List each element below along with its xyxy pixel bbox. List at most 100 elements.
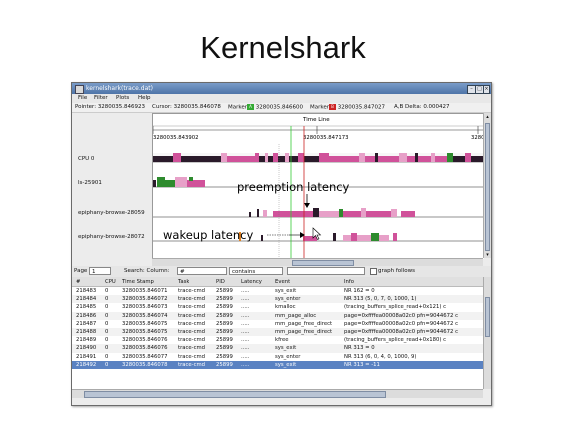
- scroll-down-icon[interactable]: ▾: [485, 252, 490, 258]
- marker-a-swatch[interactable]: A: [247, 104, 255, 110]
- cell-index: 218484: [76, 296, 97, 303]
- menu-help[interactable]: Help: [138, 95, 151, 101]
- table-row[interactable]: 218484 0 3280035.846072 trace-cmd 25899.....…: [72, 295, 483, 304]
- cell-event: kmalloc: [275, 304, 296, 311]
- graph-vertical-scrollbar[interactable]: ▴ ▾: [483, 113, 491, 258]
- cell-cpu: 0: [105, 345, 109, 352]
- wakeup-annotation: wakeup latency: [163, 228, 253, 242]
- cell-timestamp: 3280035.846074: [122, 312, 168, 319]
- cell-timestamp: 3280035.846075: [122, 320, 168, 327]
- table-scroll-thumb[interactable]: [485, 297, 490, 337]
- cell-index: 218486: [76, 312, 97, 319]
- cell-pid: 25899: [216, 312, 233, 319]
- cell-info: NR 313 = -11: [344, 361, 380, 368]
- marker-b-readout: Marker B 3280035.847027: [310, 104, 386, 111]
- cell-event: kfree: [275, 337, 289, 344]
- table-row[interactable]: 218487 0 3280035.846075 trace-cmd 25899.....…: [72, 320, 483, 328]
- cell-pid: 25899: [216, 320, 233, 327]
- cell-cpu: 0: [105, 337, 109, 344]
- cell-event: mm_page_free_direct: [275, 328, 333, 335]
- cell-task: trace-cmd: [178, 337, 206, 344]
- table-vertical-scrollbar[interactable]: [483, 277, 491, 389]
- cell-task: trace-cmd: [178, 288, 206, 294]
- table-row[interactable]: 218490 0 3280035.846076 trace-cmd 25899.....…: [72, 344, 483, 353]
- menu-plots[interactable]: Plots: [116, 95, 129, 101]
- col-header-info[interactable]: Info: [344, 279, 354, 285]
- cell-cpu: 0: [105, 353, 109, 360]
- menu-filter[interactable]: Filter: [94, 95, 108, 101]
- cell-index: 218485: [76, 304, 97, 311]
- tick-label-left: 3280035.843902: [153, 135, 199, 141]
- graph-horizontal-scrollbar[interactable]: [152, 258, 483, 266]
- col-header-task[interactable]: Task: [178, 279, 189, 285]
- table-row[interactable]: 218488 0 3280035.846075 trace-cmd 25899.....…: [72, 327, 483, 337]
- table-row[interactable]: 218485 0 3280035.846073 trace-cmd 25899.....…: [72, 303, 483, 311]
- col-header-event[interactable]: Event: [275, 279, 290, 285]
- col-header-latency[interactable]: Latency: [241, 279, 262, 285]
- graph-area[interactable]: Time Line 3280035.843902 3280035.847173 …: [152, 113, 488, 259]
- col-header-index[interactable]: #: [76, 279, 80, 285]
- cell-timestamp: 3280035.846076: [122, 337, 168, 344]
- cell-timestamp: 3280035.846072: [122, 296, 168, 303]
- table-row[interactable]: 218486 0 3280035.846074 trace-cmd 25899.....…: [72, 311, 483, 320]
- table-horizontal-scrollbar[interactable]: [72, 389, 483, 398]
- kernelshark-window: kernelshark(trace.dat) – □ × File Filter…: [71, 82, 492, 406]
- close-button[interactable]: ×: [483, 85, 490, 94]
- cell-latency: .....: [241, 312, 250, 319]
- plot-label-epiphany-28059[interactable]: epiphany-browse-28059: [78, 210, 145, 216]
- cell-info: page=0xffffea00008a02c0 pfn=9044672 c: [344, 320, 458, 327]
- page-spinner[interactable]: 1: [89, 267, 111, 275]
- cell-pid: 25899: [216, 337, 233, 344]
- col-header-pid[interactable]: PID: [216, 279, 225, 285]
- cell-latency: .....: [241, 337, 250, 344]
- cell-cpu: 0: [105, 312, 109, 319]
- cell-info: NR 313 (5, 0, 7, 0, 1000, 1): [344, 296, 417, 303]
- cell-pid: 25899: [216, 353, 233, 360]
- scroll-up-icon[interactable]: ▴: [485, 114, 490, 120]
- cell-info: NR 313 = 0: [344, 345, 375, 352]
- info-bar: Pointer: 3280035.846923 Cursor: 3280035.…: [72, 103, 491, 113]
- marker-a-readout: Marker A 3280035.846600: [228, 104, 304, 111]
- cell-pid: 25899: [216, 345, 233, 352]
- cell-pid: 25899: [216, 288, 233, 294]
- graph-canvas[interactable]: Time Line 3280035.843902 3280035.847173 …: [152, 114, 488, 259]
- window-title: kernelshark(trace.dat): [86, 85, 153, 92]
- plot-label-cpu0[interactable]: CPU 0: [78, 156, 94, 162]
- cell-index: 218492: [76, 361, 97, 368]
- plot-label-epiphany-28072[interactable]: epiphany-browse-28072: [78, 234, 145, 240]
- cell-latency: .....: [241, 304, 250, 311]
- cell-cpu: 0: [105, 320, 109, 327]
- cell-event: sys_exit: [275, 288, 297, 294]
- page-label: Page: [74, 268, 88, 274]
- tick-label-mid: 3280035.847173: [303, 135, 349, 141]
- operator-select[interactable]: contains: [229, 267, 283, 275]
- cell-cpu: 0: [105, 304, 109, 311]
- graph-scroll-thumb[interactable]: [485, 123, 490, 251]
- cell-index: 218489: [76, 337, 97, 344]
- graph-follows-checkbox[interactable]: [370, 268, 377, 275]
- search-bar: Page 1 Search: Column: # contains graph …: [72, 266, 491, 277]
- cell-cpu: 0: [105, 288, 109, 294]
- column-select[interactable]: #: [177, 267, 227, 275]
- table-row[interactable]: 218491 0 3280035.846077 trace-cmd 25899.....…: [72, 353, 483, 361]
- cell-event: sys_enter: [275, 296, 301, 303]
- cell-timestamp: 3280035.846077: [122, 353, 168, 360]
- menu-file[interactable]: File: [78, 95, 87, 101]
- cell-event: mm_page_alloc: [275, 312, 317, 319]
- table-row[interactable]: 218492 0 3280035.846078 trace-cmd 25899.....…: [72, 360, 483, 369]
- plot-label-ls[interactable]: ls-25901: [78, 180, 102, 186]
- table-row[interactable]: 218483 0 3280035.846071 trace-cmd 25899.....…: [72, 287, 483, 295]
- table-row[interactable]: 218489 0 3280035.846076 trace-cmd 25899.....…: [72, 336, 483, 344]
- cell-info: page=0xffffea00008a02c0 pfn=9044672 c: [344, 312, 458, 319]
- search-column-label: Search: Column:: [124, 268, 170, 274]
- col-header-timestamp[interactable]: Time Stamp: [122, 279, 154, 285]
- title-bar[interactable]: kernelshark(trace.dat) – □ ×: [72, 83, 491, 94]
- marker-b-swatch[interactable]: B: [329, 104, 337, 110]
- table-body: 218483 0 3280035.846071 trace-cmd 25899.....…: [72, 287, 483, 369]
- table-hscroll-thumb[interactable]: [84, 391, 386, 398]
- cell-latency: .....: [241, 345, 250, 352]
- cell-index: 218488: [76, 328, 97, 335]
- search-input[interactable]: [287, 267, 365, 275]
- col-header-cpu[interactable]: CPU: [105, 279, 116, 285]
- graph-follows-label: graph follows: [378, 268, 415, 274]
